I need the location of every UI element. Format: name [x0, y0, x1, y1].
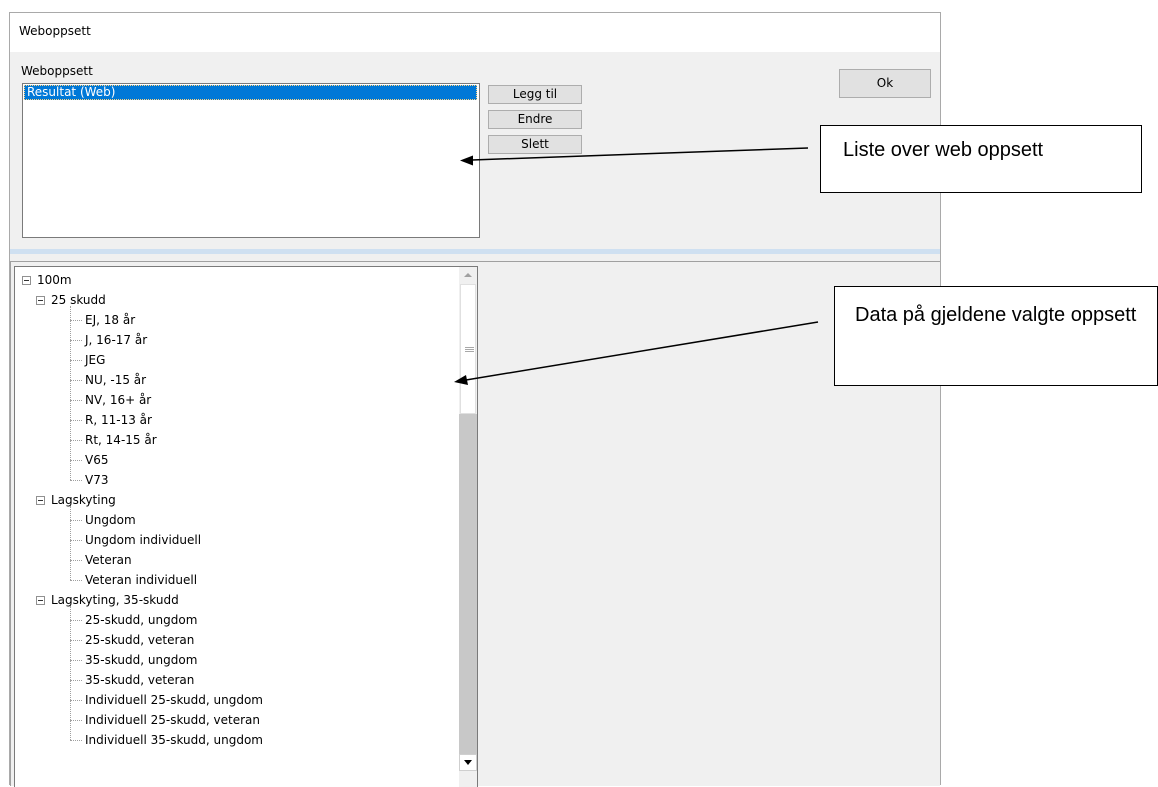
tree-node-leaf[interactable]: Individuell 35-skudd, ungdom: [85, 730, 263, 750]
tree-node-root[interactable]: 100m: [37, 270, 72, 290]
window-title: Weboppsett: [19, 24, 91, 38]
tree-node-leaf[interactable]: 35-skudd, ungdom: [85, 650, 197, 670]
tree-connector: [70, 306, 71, 480]
delete-button[interactable]: Slett: [488, 135, 582, 154]
tree-connector: [70, 420, 82, 421]
tree-node-leaf[interactable]: 25-skudd, veteran: [85, 630, 194, 650]
scroll-down-arrow-icon[interactable]: [459, 754, 477, 771]
tree-node-leaf[interactable]: V65: [85, 450, 108, 470]
tree-connector: [70, 400, 82, 401]
scroll-up-arrow-icon[interactable]: [459, 267, 477, 284]
setup-data-tree[interactable]: 100m 25 skudd EJ, 18 år J, 16-17 år JEG NU, -…: [14, 266, 478, 787]
tree-connector: [70, 580, 82, 581]
tree-node-leaf[interactable]: NV, 16+ år: [85, 390, 151, 410]
tree-node-leaf[interactable]: NU, -15 år: [85, 370, 146, 390]
web-setup-dialog: Weboppsett Weboppsett Resultat (Web) Leg…: [9, 12, 941, 787]
tree-connector: [70, 380, 82, 381]
tree-node-leaf[interactable]: R, 11-13 år: [85, 410, 152, 430]
tree-connector: [70, 720, 82, 721]
tree-content: 100m 25 skudd EJ, 18 år J, 16-17 år JEG NU, -…: [15, 267, 459, 787]
add-button[interactable]: Legg til: [488, 85, 582, 104]
panel-splitter[interactable]: [10, 249, 940, 254]
scroll-track[interactable]: [459, 414, 477, 754]
setup-data-panel: 100m 25 skudd EJ, 18 år J, 16-17 år JEG NU, -…: [10, 261, 940, 787]
tree-node-leaf[interactable]: JEG: [85, 350, 105, 370]
setup-list[interactable]: Resultat (Web): [22, 83, 480, 238]
tree-connector: [70, 440, 82, 441]
tree-node-leaf[interactable]: J, 16-17 år: [85, 330, 147, 350]
vertical-scrollbar[interactable]: [459, 267, 477, 787]
collapse-icon[interactable]: [36, 296, 45, 305]
tree-connector: [70, 520, 82, 521]
tree-connector: [70, 506, 71, 580]
tree-node-group[interactable]: 25 skudd: [51, 290, 106, 310]
tree-node-leaf[interactable]: 25-skudd, ungdom: [85, 610, 197, 630]
tree-node-leaf[interactable]: Veteran: [85, 550, 132, 570]
tree-connector: [70, 320, 82, 321]
tree-connector: [70, 340, 82, 341]
tree-node-leaf[interactable]: 35-skudd, veteran: [85, 670, 194, 690]
collapse-icon[interactable]: [22, 276, 31, 285]
tree-connector: [70, 660, 82, 661]
collapse-icon[interactable]: [36, 496, 45, 505]
tree-connector: [70, 640, 82, 641]
tree-node-leaf[interactable]: Individuell 25-skudd, veteran: [85, 710, 260, 730]
setup-list-label: Weboppsett: [21, 64, 93, 78]
tree-node-leaf[interactable]: Ungdom individuell: [85, 530, 201, 550]
title-bar: Weboppsett: [10, 13, 940, 52]
tree-node-leaf[interactable]: Ungdom: [85, 510, 136, 530]
tree-connector: [70, 540, 82, 541]
tree-node-group[interactable]: Lagskyting: [51, 490, 116, 510]
tree-node-leaf[interactable]: Veteran individuell: [85, 570, 197, 590]
tree-node-leaf[interactable]: Rt, 14-15 år: [85, 430, 157, 450]
tree-node-leaf[interactable]: Individuell 25-skudd, ungdom: [85, 690, 263, 710]
callout-setup-list: Liste over web oppsett: [820, 125, 1142, 193]
tree-connector: [70, 700, 82, 701]
tree-connector: [70, 560, 82, 561]
tree-connector: [70, 740, 82, 741]
setup-list-item-selected[interactable]: Resultat (Web): [24, 85, 477, 100]
edit-button[interactable]: Endre: [488, 110, 582, 129]
callout-setup-data: Data på gjeldene valgte oppsett: [834, 286, 1158, 386]
tree-connector: [70, 606, 71, 740]
tree-node-leaf[interactable]: EJ, 18 år: [85, 310, 135, 330]
tree-connector: [70, 460, 82, 461]
collapse-icon[interactable]: [36, 596, 45, 605]
tree-connector: [70, 620, 82, 621]
scroll-thumb[interactable]: [460, 284, 476, 414]
ok-button[interactable]: Ok: [839, 69, 931, 98]
tree-connector: [70, 360, 82, 361]
tree-connector: [70, 480, 82, 481]
tree-connector: [70, 680, 82, 681]
tree-node-leaf[interactable]: V73: [85, 470, 108, 490]
